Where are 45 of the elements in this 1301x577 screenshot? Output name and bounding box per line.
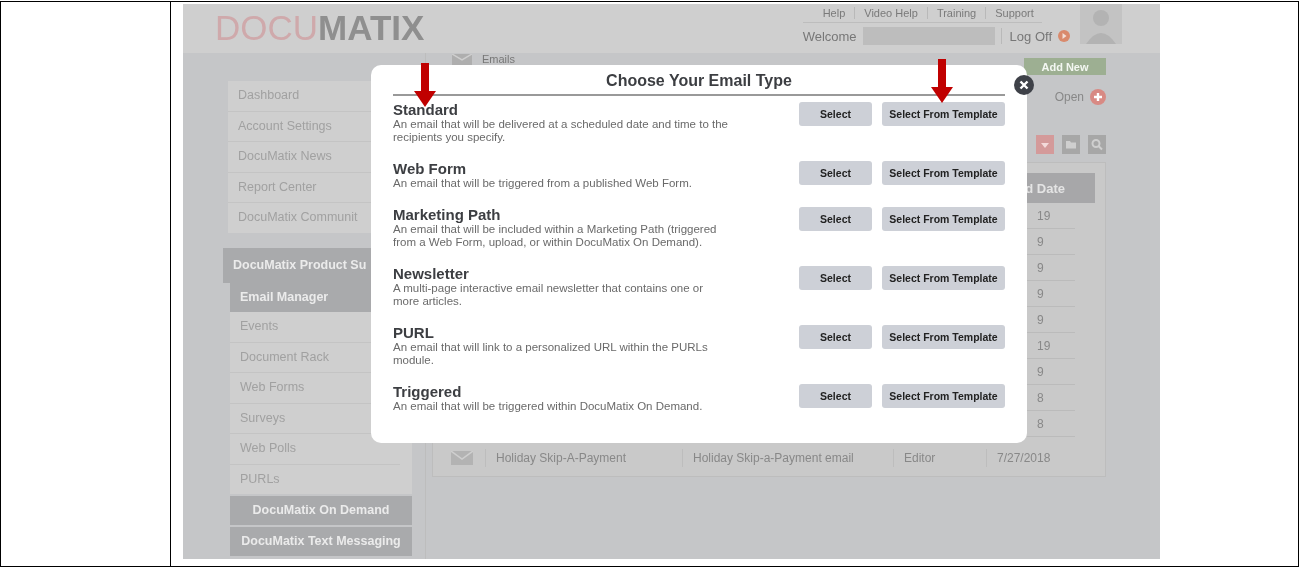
table-cell-text: 19 <box>1037 338 1052 353</box>
select-button[interactable]: Select <box>799 384 872 408</box>
plus-icon <box>1090 89 1106 105</box>
envelope-icon <box>451 450 473 465</box>
header-link[interactable]: Help <box>822 7 846 19</box>
header-link[interactable]: Video Help <box>864 7 918 19</box>
table-cell-text: 9 <box>1037 312 1045 327</box>
header-link[interactable]: Support <box>995 7 1034 19</box>
table-cell-text: 19 <box>1037 208 1052 223</box>
folder-icon <box>1062 135 1080 154</box>
table-cell-text: 9 <box>1037 286 1045 301</box>
select-button[interactable]: Select <box>799 325 872 349</box>
down-arrow <box>931 59 953 103</box>
section-header[interactable]: DocuMatix Text Messaging <box>230 527 412 556</box>
section-header[interactable]: DocuMatix On Demand <box>230 496 412 525</box>
select-button[interactable]: Select <box>799 161 872 185</box>
search-icon <box>1088 135 1106 154</box>
select-from-template-button[interactable]: Select From Template <box>882 207 1005 231</box>
table-cell: 7/27/2018 <box>986 448 1087 467</box>
welcome-label: Welcome <box>802 28 857 44</box>
table-cell-text: 8 <box>1037 390 1045 405</box>
header-link[interactable]: Training <box>936 7 977 19</box>
open-link[interactable]: Open <box>1054 90 1084 104</box>
select-button[interactable]: Select <box>799 266 872 290</box>
select-button[interactable]: Select <box>799 102 872 126</box>
select-from-template-button[interactable]: Select From Template <box>882 266 1005 290</box>
select-from-template-button[interactable]: Select From Template <box>882 325 1005 349</box>
option-description: An email that will be included within a Marketing Path (triggered from a Web Form, upload, or within DocuMatix On Demand). <box>393 223 718 249</box>
option-title: Marketing Path <box>393 207 502 223</box>
table-cell-text: 9 <box>1037 260 1045 275</box>
close-icon[interactable] <box>1014 75 1034 95</box>
table-cell: Holiday Skip-a-Payment email <box>682 448 893 467</box>
select-from-template-button[interactable]: Select From Template <box>882 161 1005 185</box>
dropdown-icon <box>1036 135 1054 154</box>
log-off-link[interactable]: Log Off <box>1009 28 1052 44</box>
select-from-template-button[interactable]: Select From Template <box>882 102 1005 126</box>
page-heading: Emails <box>482 53 515 65</box>
select-button[interactable]: Select <box>799 207 872 231</box>
add-new-button[interactable]: Add New <box>1024 58 1106 75</box>
table-cell-text: 9 <box>1037 364 1045 379</box>
table-cell: Editor <box>893 448 986 467</box>
table-cell-text: 9 <box>1037 234 1045 249</box>
select-from-template-button[interactable]: Select From Template <box>882 384 1005 408</box>
table-cell: Holiday Skip-A-Payment <box>485 448 682 467</box>
table-cell-text: 8 <box>1037 416 1045 431</box>
